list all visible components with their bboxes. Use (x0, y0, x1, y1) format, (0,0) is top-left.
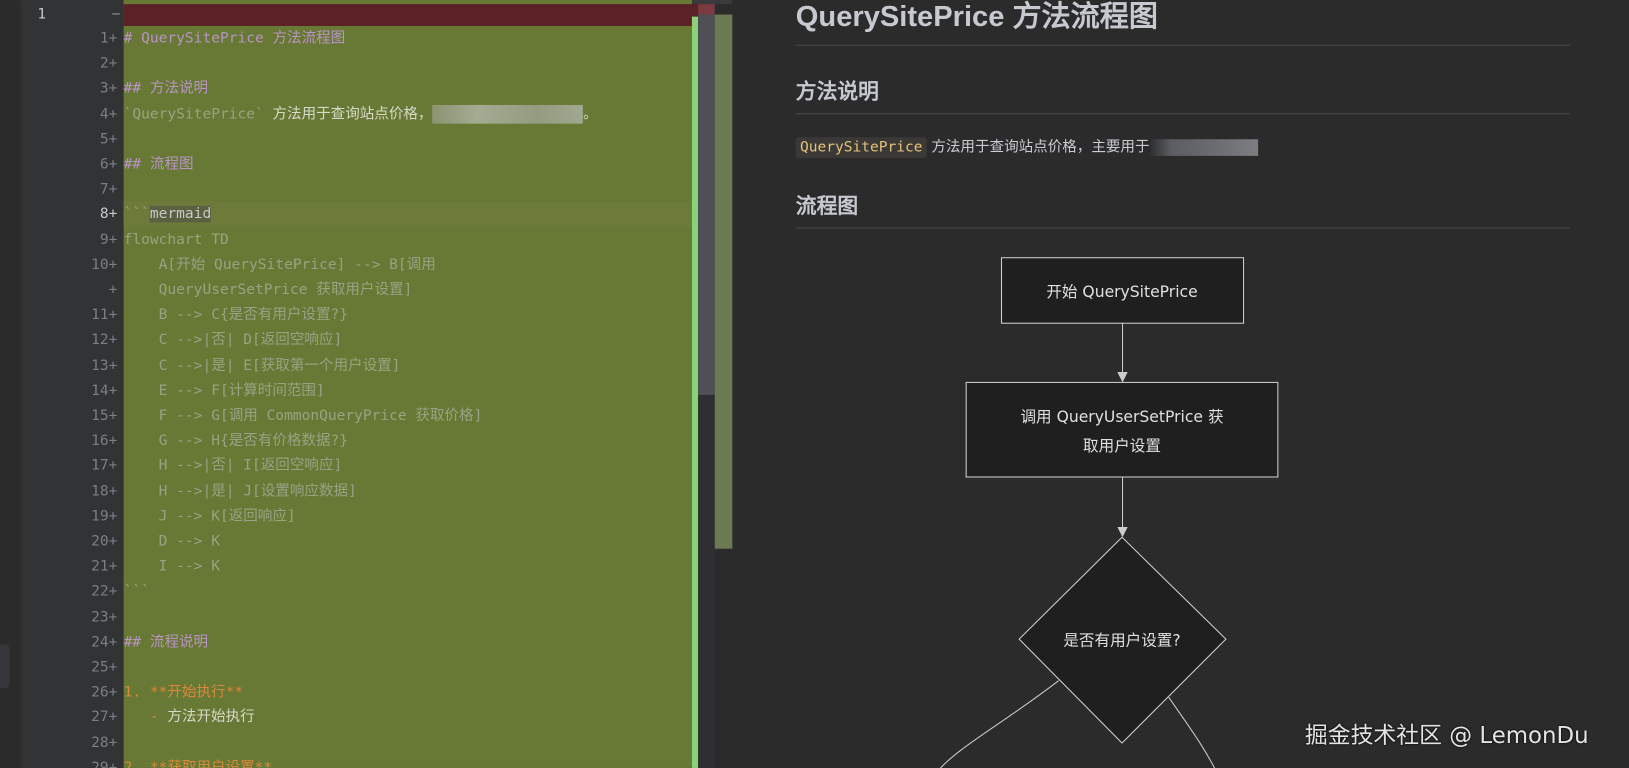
flow-edge-no (939, 680, 1059, 768)
flow-edge-yes (1168, 697, 1216, 768)
watermark: 掘金技术社区 @ LemonDu (1304, 723, 1589, 750)
diff-editor-window: 1 − 1+ # QuerySitePrice 方法流程图 2+ 3+ ## 方法说明 4… (0, 0, 1629, 768)
flow-node-query-user-set (965, 381, 1279, 478)
node-c-label: 是否有用户设置? (1063, 631, 1180, 649)
node-start-label: 开始 QuerySitePrice (1046, 283, 1197, 301)
node-b-label-line2: 取用户设置 (1083, 437, 1161, 455)
node-b-label-line1: 调用 QueryUserSetPrice 获 (1020, 408, 1223, 426)
flowchart-diagram: 开始 QuerySitePrice 调用 QueryUserSetPrice 获… (939, 257, 1279, 768)
